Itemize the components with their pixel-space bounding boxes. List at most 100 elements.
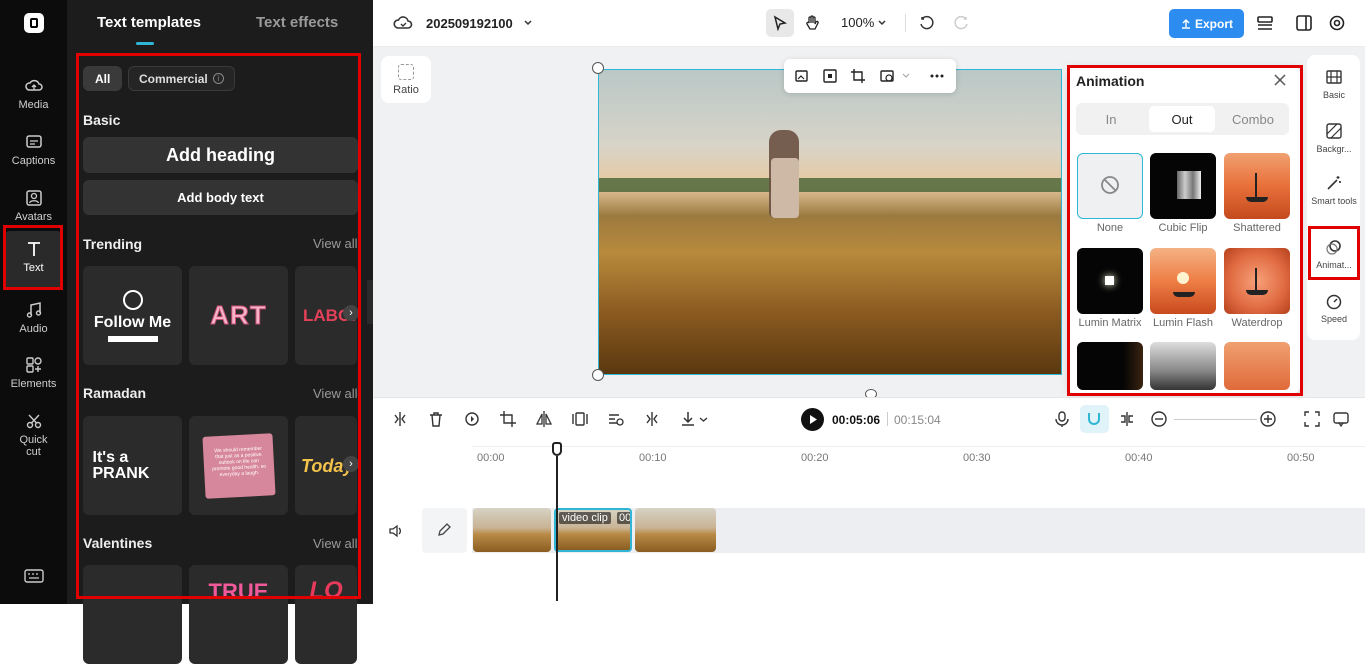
template-card-follow-me[interactable]: Follow Me xyxy=(83,266,182,365)
trim-icon[interactable] xyxy=(643,410,661,428)
animation-none[interactable] xyxy=(1077,153,1143,219)
split-icon[interactable] xyxy=(391,410,409,428)
animation-waterdrop[interactable] xyxy=(1224,248,1290,314)
comment-icon[interactable] xyxy=(1332,410,1350,428)
freeze-icon[interactable] xyxy=(571,410,589,428)
rail-item-text[interactable]: Text xyxy=(4,231,63,289)
video-preview[interactable] xyxy=(598,69,1062,375)
more-icon[interactable] xyxy=(929,68,945,84)
redo-icon[interactable] xyxy=(952,14,970,32)
tab-combo[interactable]: Combo xyxy=(1218,103,1288,135)
template-card-art[interactable]: ART xyxy=(189,266,288,365)
crop-icon[interactable] xyxy=(850,68,866,84)
right-rail-background[interactable]: Backgr... xyxy=(1311,122,1357,154)
project-name[interactable]: 202509192100 xyxy=(426,16,513,31)
replay-icon[interactable] xyxy=(463,410,481,428)
animation-cubic-flip[interactable] xyxy=(1150,153,1216,219)
animation-tab-group: In Out Combo xyxy=(1076,103,1289,135)
current-time: 00:05:06 xyxy=(832,413,880,427)
zoom-level[interactable]: 100% xyxy=(841,15,874,30)
add-heading-button[interactable]: Add heading xyxy=(83,137,358,173)
cover-edit-button[interactable] xyxy=(422,508,467,553)
mask-icon[interactable] xyxy=(879,68,895,84)
fit-icon[interactable] xyxy=(822,68,838,84)
right-rail-smart-tools[interactable]: Smart tools xyxy=(1311,174,1357,206)
zoom-out-icon[interactable] xyxy=(1150,410,1168,428)
template-card-true[interactable]: TRUE xyxy=(189,565,288,664)
chevron-down-icon[interactable] xyxy=(523,18,533,28)
elements-icon xyxy=(24,355,44,375)
app-logo[interactable] xyxy=(24,13,44,33)
rail-item-quick-cut[interactable]: Quick cut xyxy=(4,403,63,463)
template-card-prank[interactable]: It's a PRANK xyxy=(83,416,182,515)
chevron-down-icon[interactable] xyxy=(902,72,910,80)
animation-lumin-flash[interactable] xyxy=(1150,248,1216,314)
undo-icon[interactable] xyxy=(918,14,936,32)
crop-icon[interactable] xyxy=(499,410,517,428)
clip-segment-2[interactable]: video clip 00 xyxy=(554,508,632,552)
rail-item-media[interactable]: Media xyxy=(4,68,63,126)
tab-text-templates[interactable]: Text templates xyxy=(97,14,201,31)
animation-tile-9[interactable] xyxy=(1224,342,1290,390)
clip-segment-3[interactable] xyxy=(635,508,716,552)
ramadan-view-all[interactable]: View all xyxy=(313,386,358,401)
trending-view-all[interactable]: View all xyxy=(313,236,358,251)
canvas-toolbar xyxy=(784,59,956,93)
clip-segment-1[interactable] xyxy=(473,508,551,552)
template-card-love[interactable]: LO xyxy=(295,565,357,664)
auto-snap-button[interactable] xyxy=(1080,405,1109,433)
template-card-valentine-1[interactable] xyxy=(83,565,182,664)
tab-in[interactable]: In xyxy=(1076,103,1146,135)
settings-icon[interactable] xyxy=(1328,14,1346,32)
add-body-text-button[interactable]: Add body text xyxy=(83,180,358,215)
zoom-slider[interactable] xyxy=(1174,419,1257,420)
playhead-handle[interactable] xyxy=(552,442,562,456)
resize-handle[interactable] xyxy=(592,369,604,381)
download-icon[interactable] xyxy=(679,410,697,428)
right-rail-speed[interactable]: Speed xyxy=(1311,292,1357,324)
volume-icon[interactable] xyxy=(388,524,404,538)
play-button[interactable] xyxy=(801,408,824,431)
filter-commercial[interactable]: Commercial i xyxy=(128,66,235,91)
animation-tile-7[interactable] xyxy=(1077,342,1143,390)
zoom-in-icon[interactable] xyxy=(1259,410,1277,428)
valentines-view-all[interactable]: View all xyxy=(313,536,358,551)
animation-tile-8[interactable] xyxy=(1150,342,1216,390)
layout-icon[interactable] xyxy=(1295,14,1313,32)
fullscreen-icon[interactable] xyxy=(1303,410,1321,428)
replace-image-icon[interactable] xyxy=(794,68,810,84)
export-button[interactable]: Export xyxy=(1169,9,1244,38)
rail-item-avatars[interactable]: Avatars xyxy=(4,180,63,238)
tab-out[interactable]: Out xyxy=(1149,106,1215,132)
speed-ramp-icon[interactable] xyxy=(607,410,625,428)
layers-icon[interactable] xyxy=(1256,14,1274,32)
ratio-icon xyxy=(398,64,414,80)
ratio-button[interactable]: Ratio xyxy=(381,56,431,103)
chevron-right-icon[interactable]: › xyxy=(343,305,359,321)
resize-handle[interactable] xyxy=(592,62,604,74)
timeline: 00:05:06 00:15:04 00:00 00:10 00:20 00:3… xyxy=(373,397,1365,604)
right-rail-basic[interactable]: Basic xyxy=(1311,68,1357,100)
chevron-down-icon[interactable] xyxy=(699,415,708,424)
avatars-icon xyxy=(24,188,44,208)
tab-text-effects[interactable]: Text effects xyxy=(256,14,338,31)
right-rail-animation[interactable]: Animat... xyxy=(1311,238,1357,270)
filter-all[interactable]: All xyxy=(83,66,122,91)
rail-item-audio[interactable]: Audio xyxy=(4,292,63,350)
template-card-quote[interactable]: We should remember that just as a positi… xyxy=(189,416,288,515)
hand-icon[interactable] xyxy=(803,14,821,32)
rail-item-captions[interactable]: Captions xyxy=(4,124,63,182)
select-tool-button[interactable] xyxy=(766,9,794,37)
animation-shattered[interactable] xyxy=(1224,153,1290,219)
delete-icon[interactable] xyxy=(427,410,445,428)
chevron-down-icon[interactable] xyxy=(877,18,887,28)
keyboard-icon[interactable] xyxy=(24,568,44,584)
rail-item-elements[interactable]: Elements xyxy=(4,347,63,405)
close-icon[interactable] xyxy=(1274,74,1286,86)
microphone-icon[interactable] xyxy=(1053,410,1071,428)
playhead[interactable] xyxy=(556,456,558,601)
chevron-right-icon[interactable]: › xyxy=(343,456,359,472)
link-split-icon[interactable] xyxy=(1118,410,1136,428)
animation-lumin-matrix[interactable] xyxy=(1077,248,1143,314)
flip-icon[interactable] xyxy=(535,410,553,428)
